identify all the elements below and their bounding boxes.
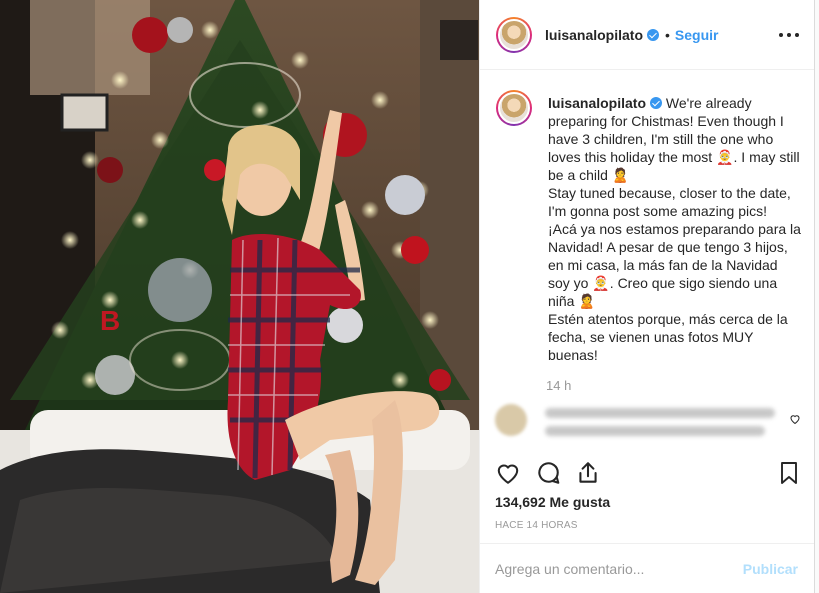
svg-text:B: B: [100, 305, 120, 336]
caption-username-link[interactable]: luisanalopilato: [548, 95, 646, 111]
comment-avatar: [495, 404, 527, 436]
caption-time[interactable]: 14 h: [546, 378, 571, 393]
heart-icon[interactable]: [495, 460, 521, 486]
caption: luisanalopilato We're already preparing …: [496, 90, 801, 363]
comment-icon[interactable]: [535, 460, 561, 486]
verified-badge-icon: [650, 97, 663, 109]
username-link[interactable]: luisanalopilato: [545, 27, 643, 43]
more-horizontal-icon[interactable]: [779, 26, 799, 44]
post-photo[interactable]: B: [0, 0, 479, 593]
separator-dot: •: [665, 26, 670, 43]
caption-body: We're already preparing for Chistmas! Ev…: [548, 95, 801, 363]
christmas-photo-illustration: B: [0, 0, 479, 593]
add-comment-form: Publicar: [479, 543, 814, 593]
blurred-comment: [495, 398, 805, 442]
follow-button[interactable]: Seguir: [675, 27, 719, 43]
verified-badge-icon: [647, 28, 660, 41]
publish-button[interactable]: Publicar: [743, 561, 798, 577]
share-icon[interactable]: [575, 460, 601, 486]
window-edge: [814, 0, 819, 593]
blurred-comment-line: [545, 408, 775, 418]
likes-count[interactable]: 134,692 Me gusta: [495, 494, 610, 510]
blurred-comment-line: [545, 426, 765, 436]
caption-avatar[interactable]: [496, 90, 532, 126]
post-header: luisanalopilato • Seguir: [480, 0, 815, 70]
comment-input[interactable]: [495, 560, 743, 577]
caption-text: luisanalopilato We're already preparing …: [548, 94, 801, 364]
post-timestamp[interactable]: HACE 14 HORAS: [495, 520, 578, 531]
avatar[interactable]: [496, 16, 532, 53]
action-bar: [479, 456, 814, 492]
heart-icon[interactable]: [789, 413, 801, 425]
bookmark-icon[interactable]: [777, 460, 801, 486]
